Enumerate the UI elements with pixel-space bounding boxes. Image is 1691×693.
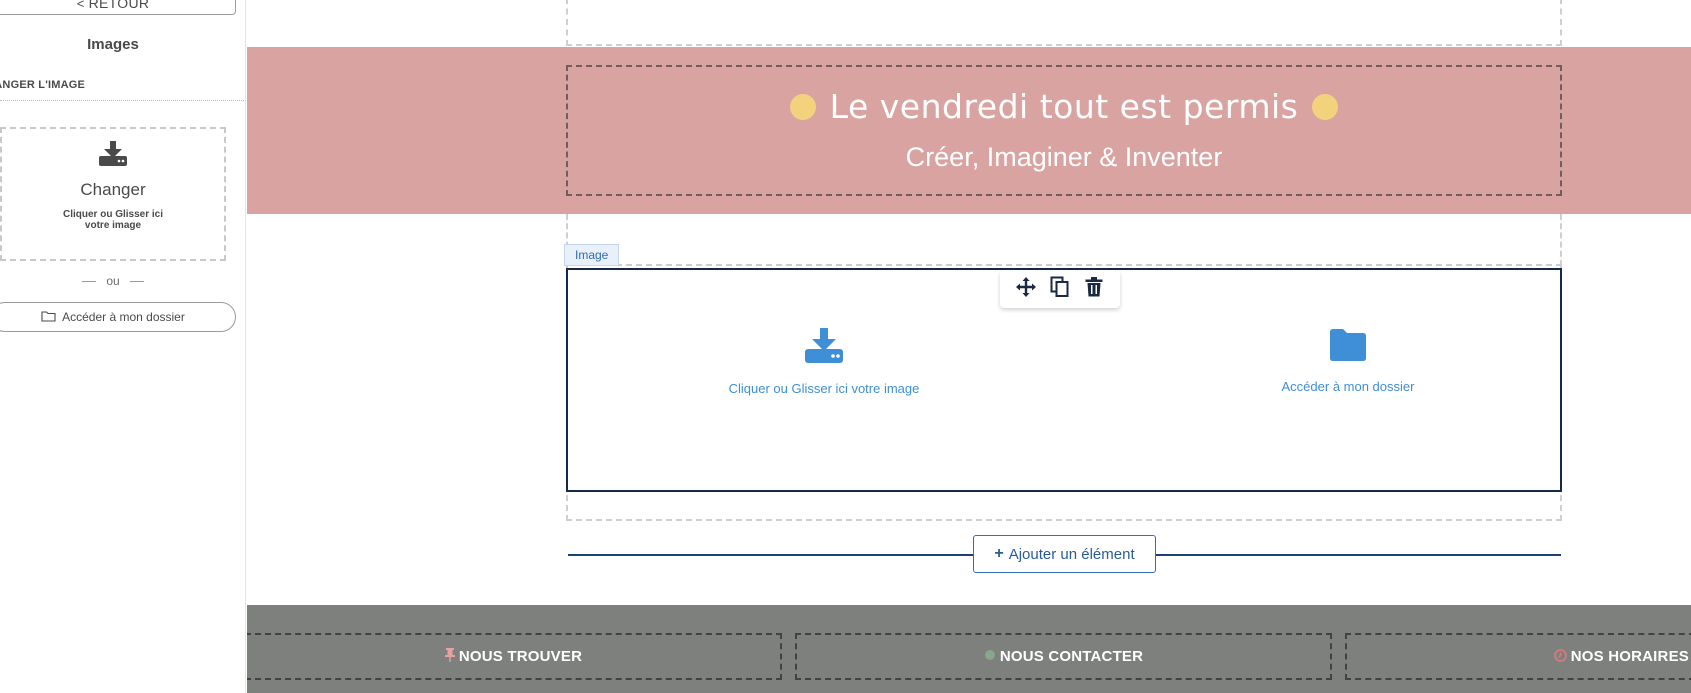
footer-item-hours[interactable]: NOS HORAIRES — [1345, 633, 1691, 680]
dropzone-subtitle: Cliquer ou Glisser ici votre image — [62, 209, 164, 231]
section-divider — [0, 100, 245, 101]
image-block[interactable]: Cliquer ou Glisser ici votre image Accéd… — [566, 268, 1562, 492]
sidebar-title: Images — [87, 36, 139, 53]
image-block-tag: Image — [564, 244, 620, 266]
clock-icon — [1553, 648, 1567, 665]
section-outline-top — [566, 0, 1562, 46]
image-dropzone[interactable]: Changer Cliquer ou Glisser ici votre ima… — [0, 127, 226, 261]
block-toolbar — [1000, 270, 1120, 308]
image-settings-sidebar: < RETOUR Images CHANGER L'IMAGE Changer … — [0, 0, 246, 693]
open-folder-option[interactable]: Accéder à mon dossier — [1188, 328, 1508, 394]
duplicate-button[interactable] — [1046, 275, 1074, 303]
footer-section: NOUS TROUVER NOUS CONTACTER NOS HORAIRES — [247, 605, 1691, 693]
banner-subtitle: Créer, Imaginer & Inventer — [905, 142, 1223, 172]
open-folder-label: Accéder à mon dossier — [62, 310, 185, 324]
open-folder-button[interactable]: Accéder à mon dossier — [0, 302, 236, 332]
back-button[interactable]: < RETOUR — [0, 0, 236, 15]
page-root: < RETOUR Images CHANGER L'IMAGE Changer … — [0, 0, 1691, 693]
folder-outline-icon — [41, 310, 56, 325]
upload-image-option[interactable]: Cliquer ou Glisser ici votre image — [664, 328, 984, 396]
folder-icon — [1329, 328, 1367, 367]
phone-icon — [984, 649, 996, 664]
trash-icon — [1085, 276, 1103, 302]
or-line-left — [82, 280, 97, 282]
section-label: CHANGER L'IMAGE — [0, 79, 86, 91]
move-button[interactable] — [1012, 275, 1040, 303]
footer-item-find-us[interactable]: NOUS TROUVER — [247, 633, 782, 680]
move-icon — [1015, 276, 1037, 303]
open-folder-label: Accéder à mon dossier — [1281, 379, 1415, 394]
upload-image-label: Cliquer ou Glisser ici votre image — [728, 381, 920, 396]
footer-item-contact[interactable]: NOUS CONTACTER — [795, 633, 1332, 680]
download-icon — [98, 141, 128, 172]
footer-item-label: NOUS CONTACTER — [999, 648, 1144, 665]
yellow-dot-icon — [789, 93, 816, 120]
pin-icon — [444, 648, 455, 665]
section-outline-middle — [566, 214, 1562, 266]
download-icon — [804, 328, 844, 369]
add-element-label: Ajouter un élément — [1008, 545, 1135, 563]
plus-icon: + — [994, 545, 1004, 562]
banner-text-block[interactable]: Le vendredi tout est permis Créer, Imagi… — [566, 65, 1562, 196]
delete-button[interactable] — [1080, 275, 1108, 303]
duplicate-icon — [1050, 276, 1070, 303]
yellow-dot-icon — [1312, 93, 1339, 120]
back-button-label: RETOUR — [88, 0, 150, 11]
or-label: ou — [106, 274, 120, 288]
footer-item-label: NOS HORAIRES — [1570, 648, 1689, 665]
add-element-button[interactable]: + Ajouter un élément — [973, 535, 1156, 573]
page-editor-canvas: Le vendredi tout est permis Créer, Imagi… — [247, 0, 1691, 693]
banner-title: Le vendredi tout est permis — [829, 87, 1299, 126]
dropzone-title: Changer — [80, 180, 146, 199]
banner-section[interactable]: Le vendredi tout est permis Créer, Imagi… — [247, 47, 1691, 214]
footer-item-label: NOUS TROUVER — [458, 648, 583, 665]
chevron-left-icon: < — [76, 0, 85, 11]
or-line-right — [129, 280, 144, 282]
or-separator: ou — [0, 274, 226, 288]
banner-title-row: Le vendredi tout est permis — [789, 87, 1339, 126]
